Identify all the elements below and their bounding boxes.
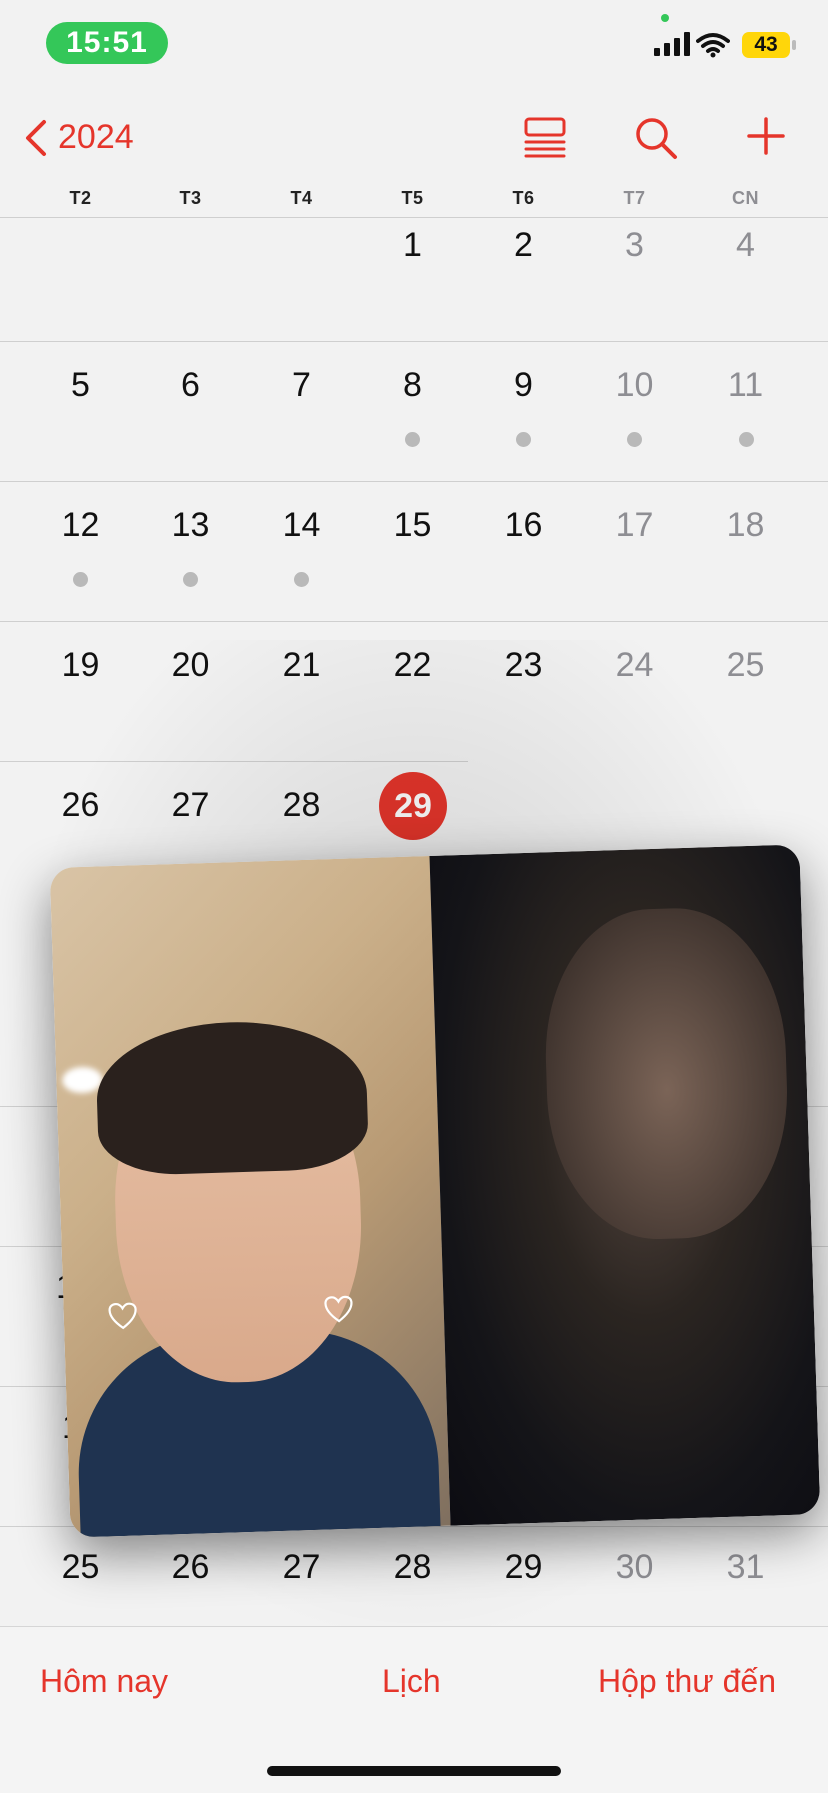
weekday-label: CN (732, 188, 759, 208)
calendar-day[interactable]: 26 (135, 1548, 246, 1587)
calendar-day[interactable]: 17 (579, 506, 690, 545)
signal-icon (654, 32, 690, 56)
battery-tip (792, 40, 796, 50)
event-dot (627, 432, 642, 447)
calendar-day[interactable]: 28 (246, 786, 357, 825)
calendar-day[interactable]: 27 (246, 1548, 357, 1587)
heart-icon[interactable] (107, 1301, 138, 1330)
back-to-year-button[interactable]: 2024 (22, 118, 134, 157)
calendar-day[interactable]: 23 (468, 646, 579, 685)
row-divider (0, 761, 468, 762)
calendar-day[interactable]: 8 (357, 366, 468, 405)
camera-indicator-dot (661, 14, 669, 22)
event-dot (516, 432, 531, 447)
calendar-day[interactable]: 1 (357, 226, 468, 265)
calendar-day[interactable]: 2 (468, 226, 579, 265)
weekday-header: T2 T3 T4 T5 T6 T7 CN (0, 188, 828, 218)
calendar-day[interactable]: 13 (135, 506, 246, 545)
photo-face (541, 904, 792, 1243)
calendar-day[interactable]: 18 (690, 506, 801, 545)
inbox-tab[interactable]: Hộp thư đến (598, 1663, 776, 1700)
battery-icon: 43 (742, 32, 790, 58)
calendar-day[interactable]: 30 (579, 1548, 690, 1587)
photo-card[interactable] (49, 844, 821, 1538)
photo-hair (94, 1018, 370, 1177)
calendar-day[interactable]: 14 (246, 506, 357, 545)
calendars-tab[interactable]: Lịch (382, 1663, 441, 1700)
event-dot (405, 432, 420, 447)
row-divider (0, 481, 828, 482)
wifi-icon (696, 33, 730, 58)
search-icon[interactable] (634, 116, 678, 160)
heart-icon[interactable] (323, 1295, 354, 1324)
weekday-label: T4 (290, 188, 313, 208)
row-divider (0, 341, 828, 342)
weekday-label: T6 (512, 188, 535, 208)
calendar-day[interactable]: 25 (690, 646, 801, 685)
today-day[interactable]: 29 (379, 772, 447, 840)
calendar-day[interactable]: 3 (579, 226, 690, 265)
calendar-day[interactable]: 7 (246, 366, 357, 405)
calendar-day[interactable]: 10 (579, 366, 690, 405)
weekday-label: T3 (179, 188, 202, 208)
chevron-left-icon (26, 119, 46, 156)
calendar-day[interactable]: 31 (690, 1548, 801, 1587)
calendar-day[interactable]: 21 (246, 646, 357, 685)
right-photo (429, 844, 821, 1526)
weekday-label: T7 (623, 188, 646, 208)
calendar-day[interactable]: 20 (135, 646, 246, 685)
event-dot (739, 432, 754, 447)
calendar-day[interactable]: 5 (25, 366, 136, 405)
weekday-label: T5 (401, 188, 424, 208)
calendar-day[interactable]: 24 (579, 646, 690, 685)
calendar-day[interactable]: 29 (468, 1548, 579, 1587)
header-divider (0, 217, 828, 218)
calendar-day[interactable]: 12 (25, 506, 136, 545)
nav-bar: 2024 (0, 104, 828, 174)
calendar-day[interactable]: 19 (25, 646, 136, 685)
calendar-day[interactable]: 16 (468, 506, 579, 545)
calendar-day[interactable]: 27 (135, 786, 246, 825)
plus-icon[interactable] (746, 116, 786, 156)
lamp-glow (61, 1066, 103, 1094)
calendar-day[interactable]: 28 (357, 1548, 468, 1587)
calendar-day[interactable]: 15 (357, 506, 468, 545)
event-dot (73, 572, 88, 587)
today-tab[interactable]: Hôm nay (40, 1663, 168, 1700)
home-indicator[interactable] (267, 1766, 561, 1776)
calendar-day[interactable]: 11 (690, 366, 801, 405)
status-time[interactable]: 15:51 (46, 22, 168, 64)
calendar-day[interactable]: 4 (690, 226, 801, 265)
back-label: 2024 (58, 118, 134, 156)
calendar-day[interactable]: 26 (25, 786, 136, 825)
calendar-day[interactable]: 25 (25, 1548, 136, 1587)
left-photo (49, 856, 451, 1538)
calendar-day[interactable]: 22 (357, 646, 468, 685)
row-divider (0, 621, 828, 622)
calendar-day[interactable]: 9 (468, 366, 579, 405)
event-dot (294, 572, 309, 587)
status-bar: 15:51 43 (0, 0, 828, 88)
weekday-label: T2 (69, 188, 92, 208)
calendar-day[interactable]: 6 (135, 366, 246, 405)
list-view-icon[interactable] (522, 116, 568, 160)
event-dot (183, 572, 198, 587)
